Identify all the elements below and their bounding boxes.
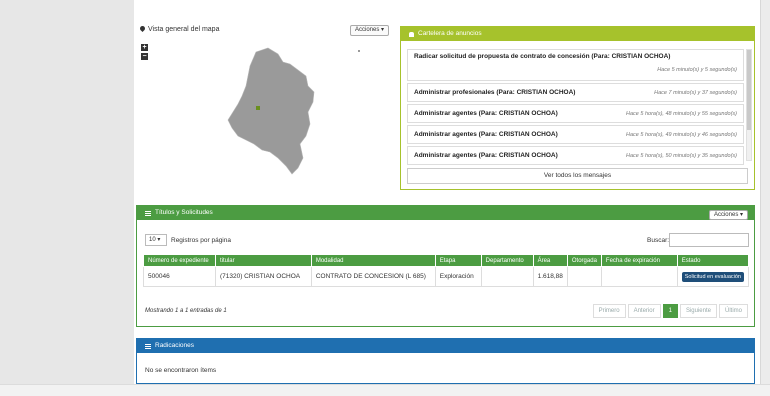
expiracion-cell [600, 266, 678, 287]
announcement-item[interactable]: Administrar agentes (Para: CRISTIAN OCHO… [407, 125, 744, 144]
showing-entries: Mostrando 1 a 1 entradas de 1 [145, 308, 227, 314]
right-scrollbar[interactable] [760, 0, 770, 384]
area-cell: 1.618,88 [532, 266, 568, 287]
etapa-cell: Exploración [434, 266, 482, 287]
column-header[interactable]: Departamento [480, 254, 534, 267]
announcement-item[interactable]: Administrar profesionales (Para: CRISTIA… [407, 83, 744, 102]
announcement-text: Administrar profesionales (Para: CRISTIA… [414, 89, 576, 96]
radicaciones-header: Radicaciones [137, 339, 754, 353]
records-per-page-value: 10 [149, 237, 156, 243]
column-header[interactable]: Área [532, 254, 568, 267]
announcements-list: Radicar solicitud de propuesta de contra… [407, 49, 744, 167]
announcements-title: Cartelera de anuncios [418, 30, 482, 37]
radicaciones-empty-text: No se encontraron ítems [145, 367, 217, 374]
records-per-page: 10 ▾ Registros por página [145, 234, 231, 246]
bottom-strip [0, 384, 770, 396]
titles-title: Títulos y Solicitudes [155, 209, 213, 216]
map-actions-button[interactable]: Acciones ▾ [350, 25, 390, 36]
announcement-text: Administrar agentes (Para: CRISTIAN OCHO… [414, 110, 558, 117]
titles-panel: Títulos y Solicitudes Acciones ▾ 10 ▾ Re… [136, 205, 755, 327]
announcement-text: Administrar agentes (Para: CRISTIAN OCHO… [414, 152, 558, 159]
announcement-text: Radicar solicitud de propuesta de contra… [414, 53, 671, 60]
pager-current[interactable]: 1 [662, 304, 678, 318]
announcements-panel: Cartelera de anuncios Radicar solicitud … [400, 26, 755, 190]
otorgada-cell [566, 266, 602, 287]
radicaciones-title: Radicaciones [155, 342, 195, 349]
colombia-map[interactable] [138, 40, 394, 190]
pager-last[interactable]: Último [718, 304, 748, 318]
announcement-time: Hace 5 hora(s), 50 minuto(s) y 35 segund… [626, 152, 737, 159]
scrollbar-thumb[interactable] [747, 50, 751, 130]
left-sidebar-area [0, 0, 134, 384]
pager-first[interactable]: Primero [592, 304, 626, 318]
bell-icon [409, 31, 414, 37]
map-title-text: Vista general del mapa [148, 26, 220, 33]
announcement-item[interactable]: Radicar solicitud de propuesta de contra… [407, 49, 744, 81]
map-panel: Vista general del mapa Acciones ▾ + − [138, 22, 394, 190]
table-header-row: Número de expediente titular Modalidad E… [143, 254, 750, 267]
list-icon [145, 343, 151, 349]
column-header[interactable]: Otorgada [566, 254, 602, 267]
departamento-cell [480, 266, 534, 287]
announcement-time: Hace 5 hora(s), 48 minuto(s) y 55 segund… [626, 110, 737, 117]
expediente-link[interactable]: 500046 [143, 266, 216, 287]
column-header[interactable]: Estado [676, 254, 750, 267]
titles-table: Número de expediente titular Modalidad E… [143, 254, 750, 287]
titles-header: Títulos y Solicitudes [137, 206, 754, 220]
announcement-time: Hace 7 minuto(s) y 37 segundo(s) [654, 89, 737, 96]
colombia-shape [227, 47, 315, 175]
column-header[interactable]: Etapa [434, 254, 482, 267]
announcements-scrollbar[interactable] [746, 49, 752, 161]
location-marker[interactable] [256, 106, 260, 110]
column-header[interactable]: Número de expediente [143, 254, 216, 267]
announcement-text: Administrar agentes (Para: CRISTIAN OCHO… [414, 131, 558, 138]
announcement-item[interactable]: Administrar agentes (Para: CRISTIAN OCHO… [407, 104, 744, 123]
see-all-messages-button[interactable]: Ver todos los mensajes [407, 168, 748, 184]
records-per-page-select[interactable]: 10 ▾ [145, 234, 167, 246]
modalidad-cell: CONTRATO DE CONCESION (L 685) [310, 266, 436, 287]
map-pin-icon [140, 26, 145, 33]
search-input[interactable] [669, 233, 749, 247]
list-icon [145, 210, 151, 216]
announcement-time: Hace 5 minuto(s) y 5 segundo(s) [657, 67, 737, 73]
announcement-time: Hace 5 hora(s), 49 minuto(s) y 46 segund… [626, 131, 737, 138]
pager-prev[interactable]: Anterior [627, 304, 661, 318]
estado-cell: Solicitud en evaluación [676, 266, 750, 287]
titles-actions-button[interactable]: Acciones ▾ [708, 210, 748, 220]
column-header[interactable]: titular [214, 254, 312, 267]
records-per-page-label: Registros por página [171, 236, 231, 244]
map-title: Vista general del mapa [140, 26, 219, 33]
radicaciones-panel: Radicaciones No se encontraron ítems [136, 338, 755, 384]
status-badge[interactable]: Solicitud en evaluación [681, 271, 744, 282]
column-header[interactable]: Fecha de expiración [600, 254, 678, 267]
pagination: Primero Anterior 1 Siguiente Último [592, 304, 748, 318]
announcements-header: Cartelera de anuncios [401, 27, 754, 41]
pager-next[interactable]: Siguiente [679, 304, 717, 318]
column-header[interactable]: Modalidad [310, 254, 436, 267]
announcement-item[interactable]: Administrar agentes (Para: CRISTIAN OCHO… [407, 146, 744, 165]
search-label: Buscar: [647, 237, 670, 244]
island-marker [358, 50, 360, 52]
titular-cell: (71320) CRISTIAN OCHOA [214, 266, 312, 287]
table-row[interactable]: 500046 (71320) CRISTIAN OCHOA CONTRATO D… [143, 266, 750, 287]
